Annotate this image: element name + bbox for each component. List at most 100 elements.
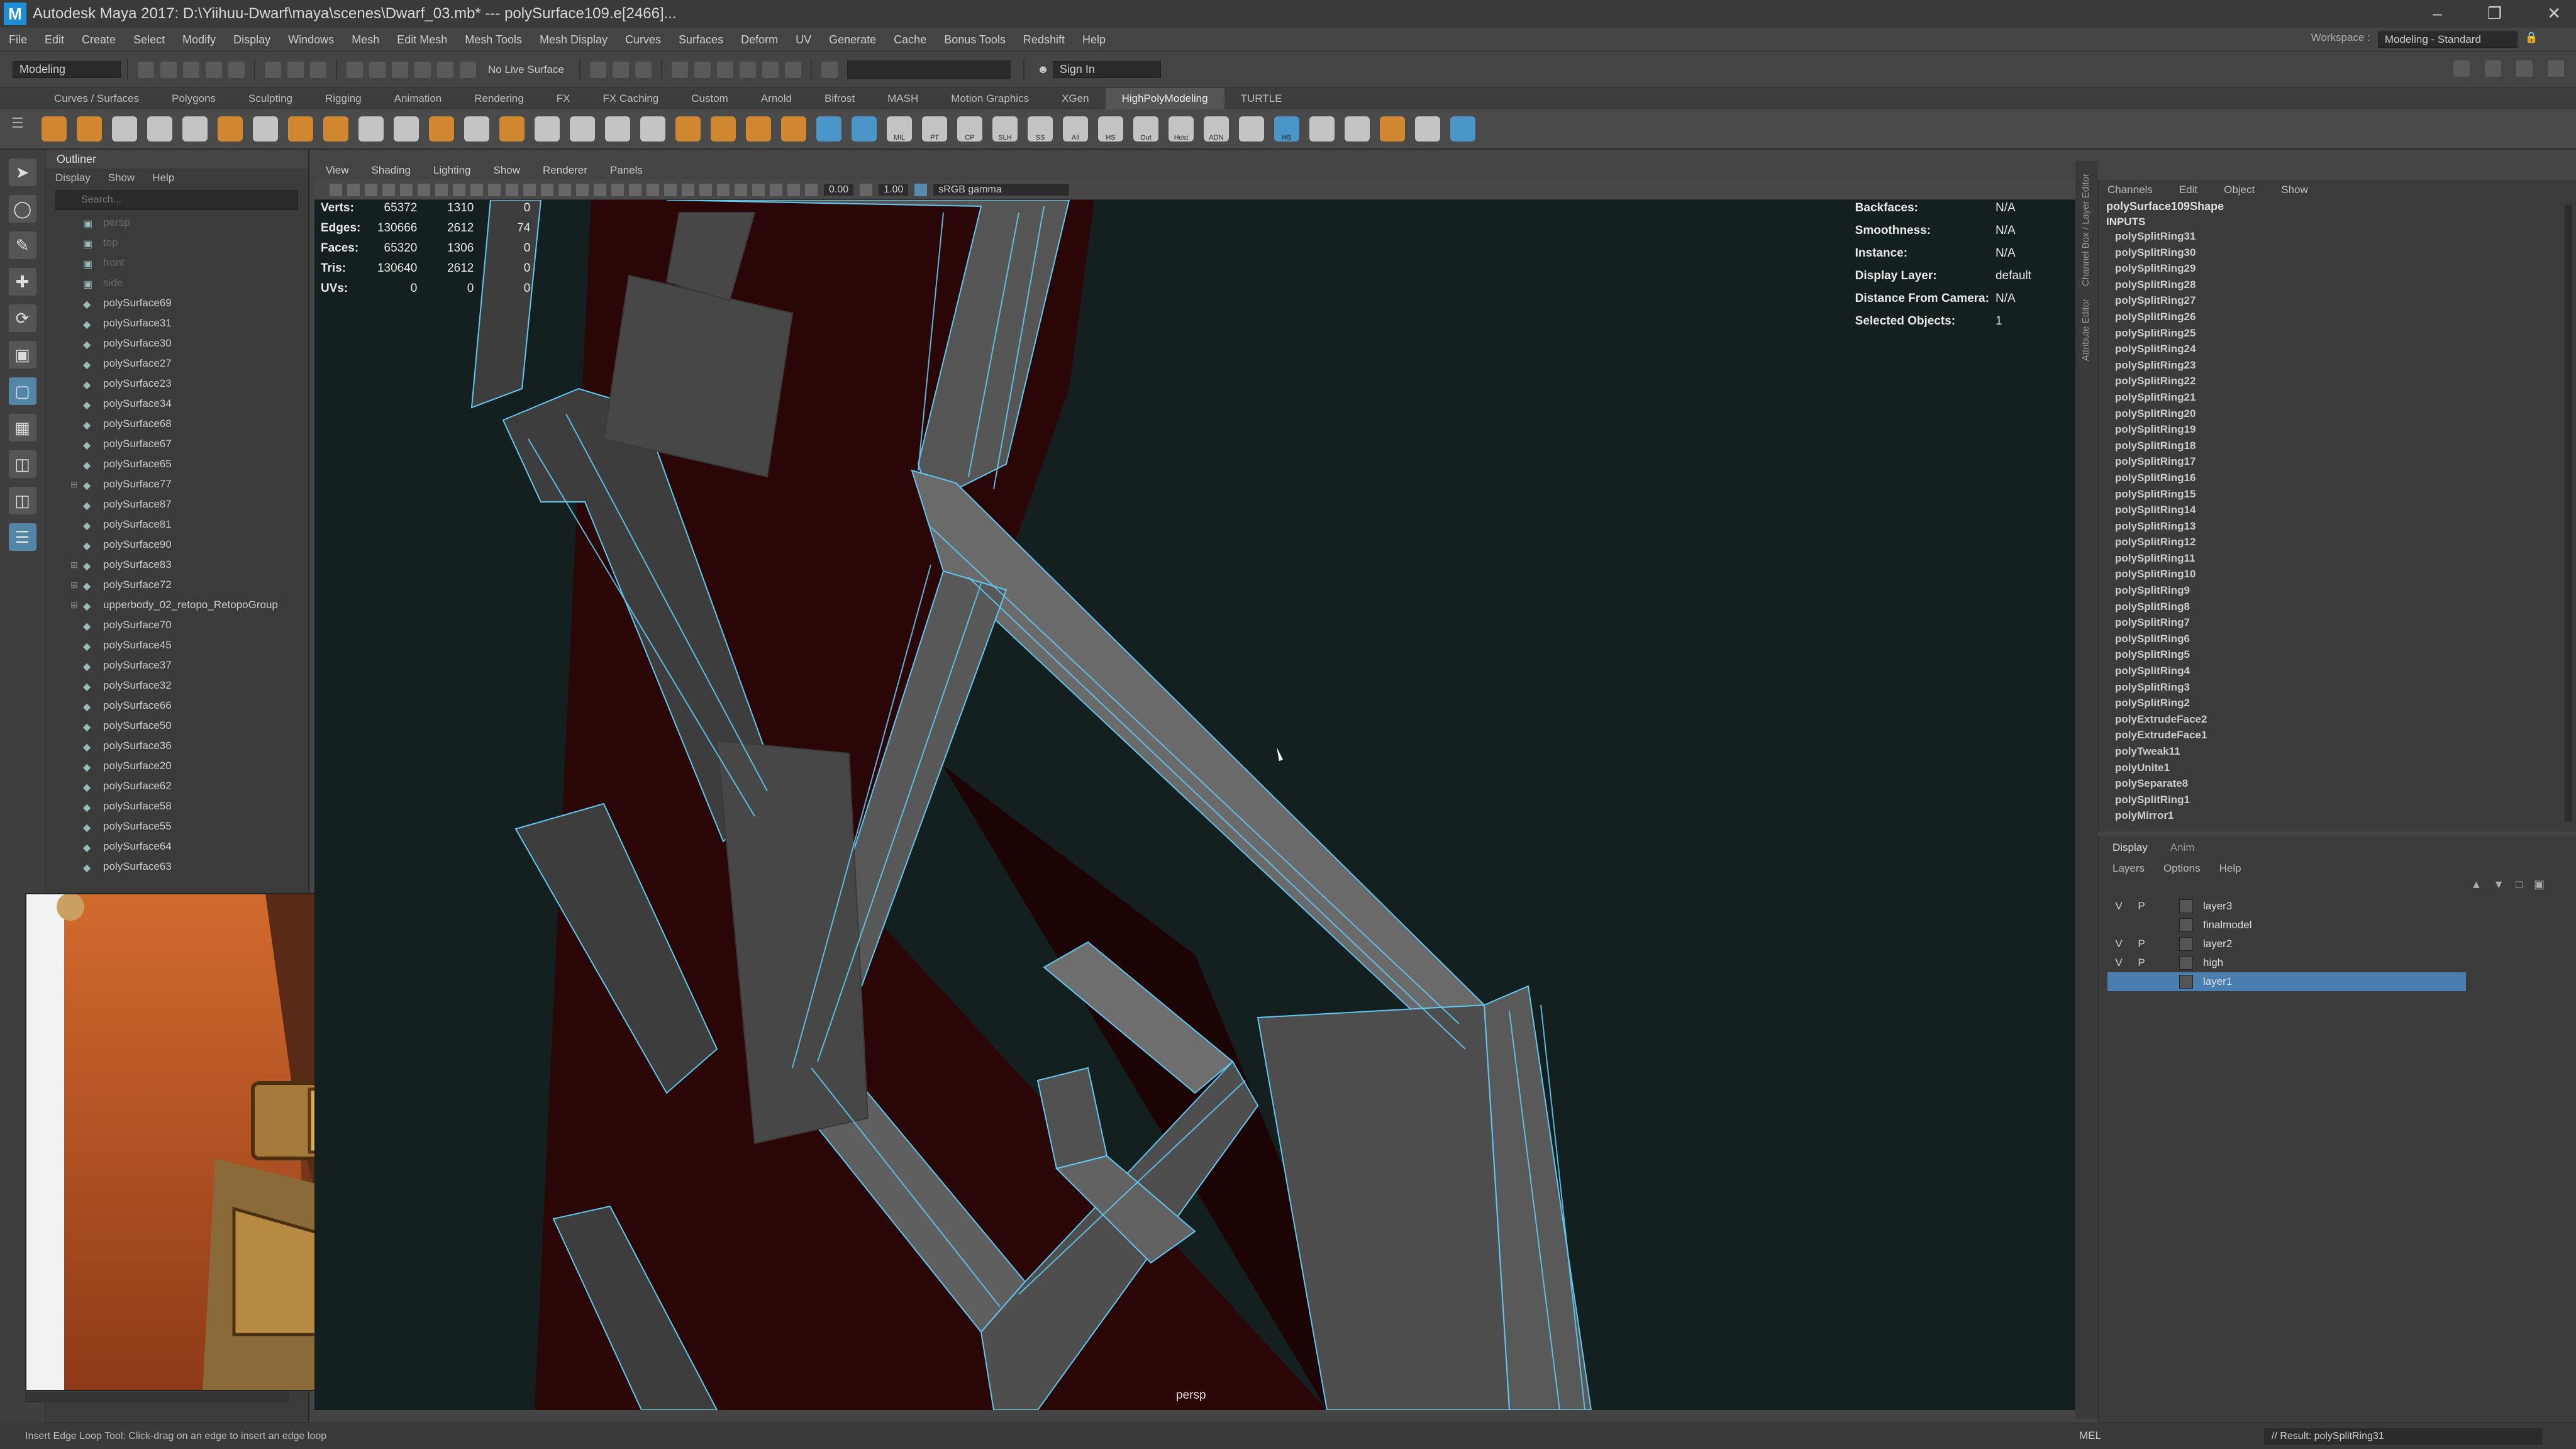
- menu-item[interactable]: Cache: [885, 28, 935, 52]
- menu-item[interactable]: Curves: [616, 28, 670, 52]
- outliner-item[interactable]: ◆ polySurface65: [70, 454, 308, 474]
- shelf-tool-icon[interactable]: [429, 116, 454, 142]
- outliner-item[interactable]: ◆ polySurface23: [70, 374, 308, 394]
- menu-item[interactable]: Mesh Tools: [456, 28, 531, 52]
- shelf-tool-icon[interactable]: [288, 116, 313, 142]
- menu-item[interactable]: Select: [125, 28, 174, 52]
- shelf-tab[interactable]: Rendering: [458, 88, 540, 109]
- input-ops-icon[interactable]: [589, 61, 606, 78]
- input-node[interactable]: polyMirror1: [2099, 808, 2576, 824]
- new-scene-icon[interactable]: [138, 61, 154, 78]
- menu-item[interactable]: Surfaces: [670, 28, 732, 52]
- layer-name[interactable]: layer1: [2203, 975, 2232, 988]
- input-node[interactable]: polySplitRing13: [2099, 518, 2576, 535]
- layer-color-swatch[interactable]: [2179, 918, 2193, 932]
- side-tab-attribute-editor[interactable]: Attribute Editor: [2080, 299, 2091, 361]
- input-node[interactable]: polySplitRing12: [2099, 534, 2576, 550]
- menu-item[interactable]: Help: [1074, 28, 1114, 52]
- input-node[interactable]: polySplitRing3: [2099, 679, 2576, 696]
- shelf-tab[interactable]: HighPolyModeling: [1105, 88, 1224, 109]
- outliner-item[interactable]: ◆ polySurface87: [70, 494, 308, 514]
- outliner-item[interactable]: ◆ polySurface58: [70, 796, 308, 816]
- snap-grid-icon[interactable]: [347, 61, 363, 78]
- snap-view-icon[interactable]: [414, 61, 431, 78]
- viewport-tool-icon[interactable]: [558, 183, 571, 196]
- outliner-item[interactable]: ◆ polySurface67: [70, 434, 308, 454]
- expand-icon[interactable]: ⊞: [70, 600, 83, 611]
- outliner-layout-icon[interactable]: ◫: [8, 450, 36, 478]
- side-by-side-icon[interactable]: ◫: [8, 487, 36, 514]
- playback-toggle[interactable]: P: [2130, 938, 2153, 950]
- channel-box-menu-item[interactable]: Object: [2224, 180, 2255, 200]
- input-node[interactable]: polySplitRing23: [2099, 357, 2576, 374]
- shelf-tool-icon[interactable]: MIL: [887, 116, 912, 142]
- shelf-tool-icon[interactable]: PT: [922, 116, 947, 142]
- input-node[interactable]: polySplitRing21: [2099, 389, 2576, 406]
- shelf-tab[interactable]: FX: [540, 88, 587, 109]
- single-view-icon[interactable]: ▢: [8, 377, 36, 405]
- shelf-tab[interactable]: Sculpting: [232, 88, 309, 109]
- input-node[interactable]: polySplitRing15: [2099, 486, 2576, 502]
- shelf-tool-icon[interactable]: [182, 116, 208, 142]
- paint-select-icon[interactable]: ✎: [8, 231, 36, 259]
- layer-row[interactable]: V Player3: [2107, 897, 2466, 916]
- close-icon[interactable]: ✕: [2547, 4, 2561, 23]
- snap-live-icon[interactable]: [460, 61, 476, 78]
- input-node[interactable]: polySplitRing26: [2099, 309, 2576, 325]
- viewport-tool-icon[interactable]: [453, 183, 465, 196]
- input-node[interactable]: polySeparate8: [2099, 775, 2576, 792]
- input-node[interactable]: polySplitRing4: [2099, 663, 2576, 679]
- select-component-icon[interactable]: [310, 61, 326, 78]
- layer-tab[interactable]: Display: [2112, 836, 2148, 859]
- input-node[interactable]: polySplitRing7: [2099, 614, 2576, 631]
- shelf-tool-icon[interactable]: [852, 116, 877, 142]
- move-layer-up-icon[interactable]: ▲: [2470, 878, 2482, 897]
- new-layer-icon[interactable]: □: [2516, 878, 2523, 897]
- viewport-tool-icon[interactable]: [330, 183, 342, 196]
- shelf-tab[interactable]: Rigging: [309, 88, 378, 109]
- side-tab-channel-box[interactable]: Channel Box / Layer Editor: [2080, 174, 2091, 286]
- menu-item[interactable]: Edit Mesh: [388, 28, 456, 52]
- shelf-tab[interactable]: TURTLE: [1224, 88, 1299, 109]
- shelf-tool-icon[interactable]: [42, 116, 67, 142]
- outliner-item[interactable]: ⊞ ◆ polySurface83: [70, 555, 308, 575]
- expand-icon[interactable]: ⊞: [70, 560, 83, 570]
- shelf-tool-icon[interactable]: [394, 116, 419, 142]
- input-node[interactable]: polySplitRing5: [2099, 647, 2576, 663]
- shelf-tab[interactable]: MASH: [871, 88, 935, 109]
- menu-set-dropdown[interactable]: Modeling: [13, 61, 121, 78]
- shelf-tool-icon[interactable]: [218, 116, 243, 142]
- menu-item[interactable]: Mesh: [343, 28, 388, 52]
- input-node[interactable]: polySplitRing10: [2099, 566, 2576, 582]
- snap-surface-icon[interactable]: [437, 61, 453, 78]
- outliner-item[interactable]: ◆ polySurface66: [70, 696, 308, 716]
- viewport-tool-icon[interactable]: [699, 183, 712, 196]
- expand-icon[interactable]: ⊞: [70, 580, 83, 591]
- shelf-tab[interactable]: Animation: [378, 88, 458, 109]
- viewport-tool-icon[interactable]: [805, 183, 818, 196]
- shelf-tool-icon[interactable]: [464, 116, 489, 142]
- shelf-tool-icon[interactable]: [816, 116, 841, 142]
- attribute-editor-icon[interactable]: [2485, 60, 2501, 77]
- outliner-item[interactable]: ▣ side: [70, 273, 308, 293]
- workspace-dropdown[interactable]: Modeling - Standard: [2377, 31, 2518, 48]
- viewport-tool-icon[interactable]: [400, 183, 413, 196]
- viewport-menu-item[interactable]: Shading: [360, 161, 422, 180]
- viewport-tool-icon[interactable]: [735, 183, 747, 196]
- input-node[interactable]: polySplitRing16: [2099, 470, 2576, 486]
- open-scene-icon[interactable]: [160, 61, 177, 78]
- input-node[interactable]: polySplitRing22: [2099, 373, 2576, 389]
- move-tool-icon[interactable]: ✚: [8, 268, 36, 296]
- input-node[interactable]: polySplitRing28: [2099, 277, 2576, 293]
- viewport-tool-icon[interactable]: [770, 183, 782, 196]
- shelf-tool-icon[interactable]: [1239, 116, 1264, 142]
- persp-outliner-icon[interactable]: ☰: [8, 523, 36, 551]
- menu-item[interactable]: Redshift: [1014, 28, 1074, 52]
- outliner-menu-item[interactable]: Show: [108, 172, 135, 184]
- shelf-tool-icon[interactable]: [640, 116, 665, 142]
- outliner-item[interactable]: ◆ polySurface81: [70, 514, 308, 535]
- outliner-item[interactable]: ◆ polySurface55: [70, 816, 308, 836]
- outliner-item[interactable]: ◆ polySurface63: [70, 857, 308, 877]
- select-hierarchy-icon[interactable]: [265, 61, 281, 78]
- shelf-tool-icon[interactable]: [781, 116, 806, 142]
